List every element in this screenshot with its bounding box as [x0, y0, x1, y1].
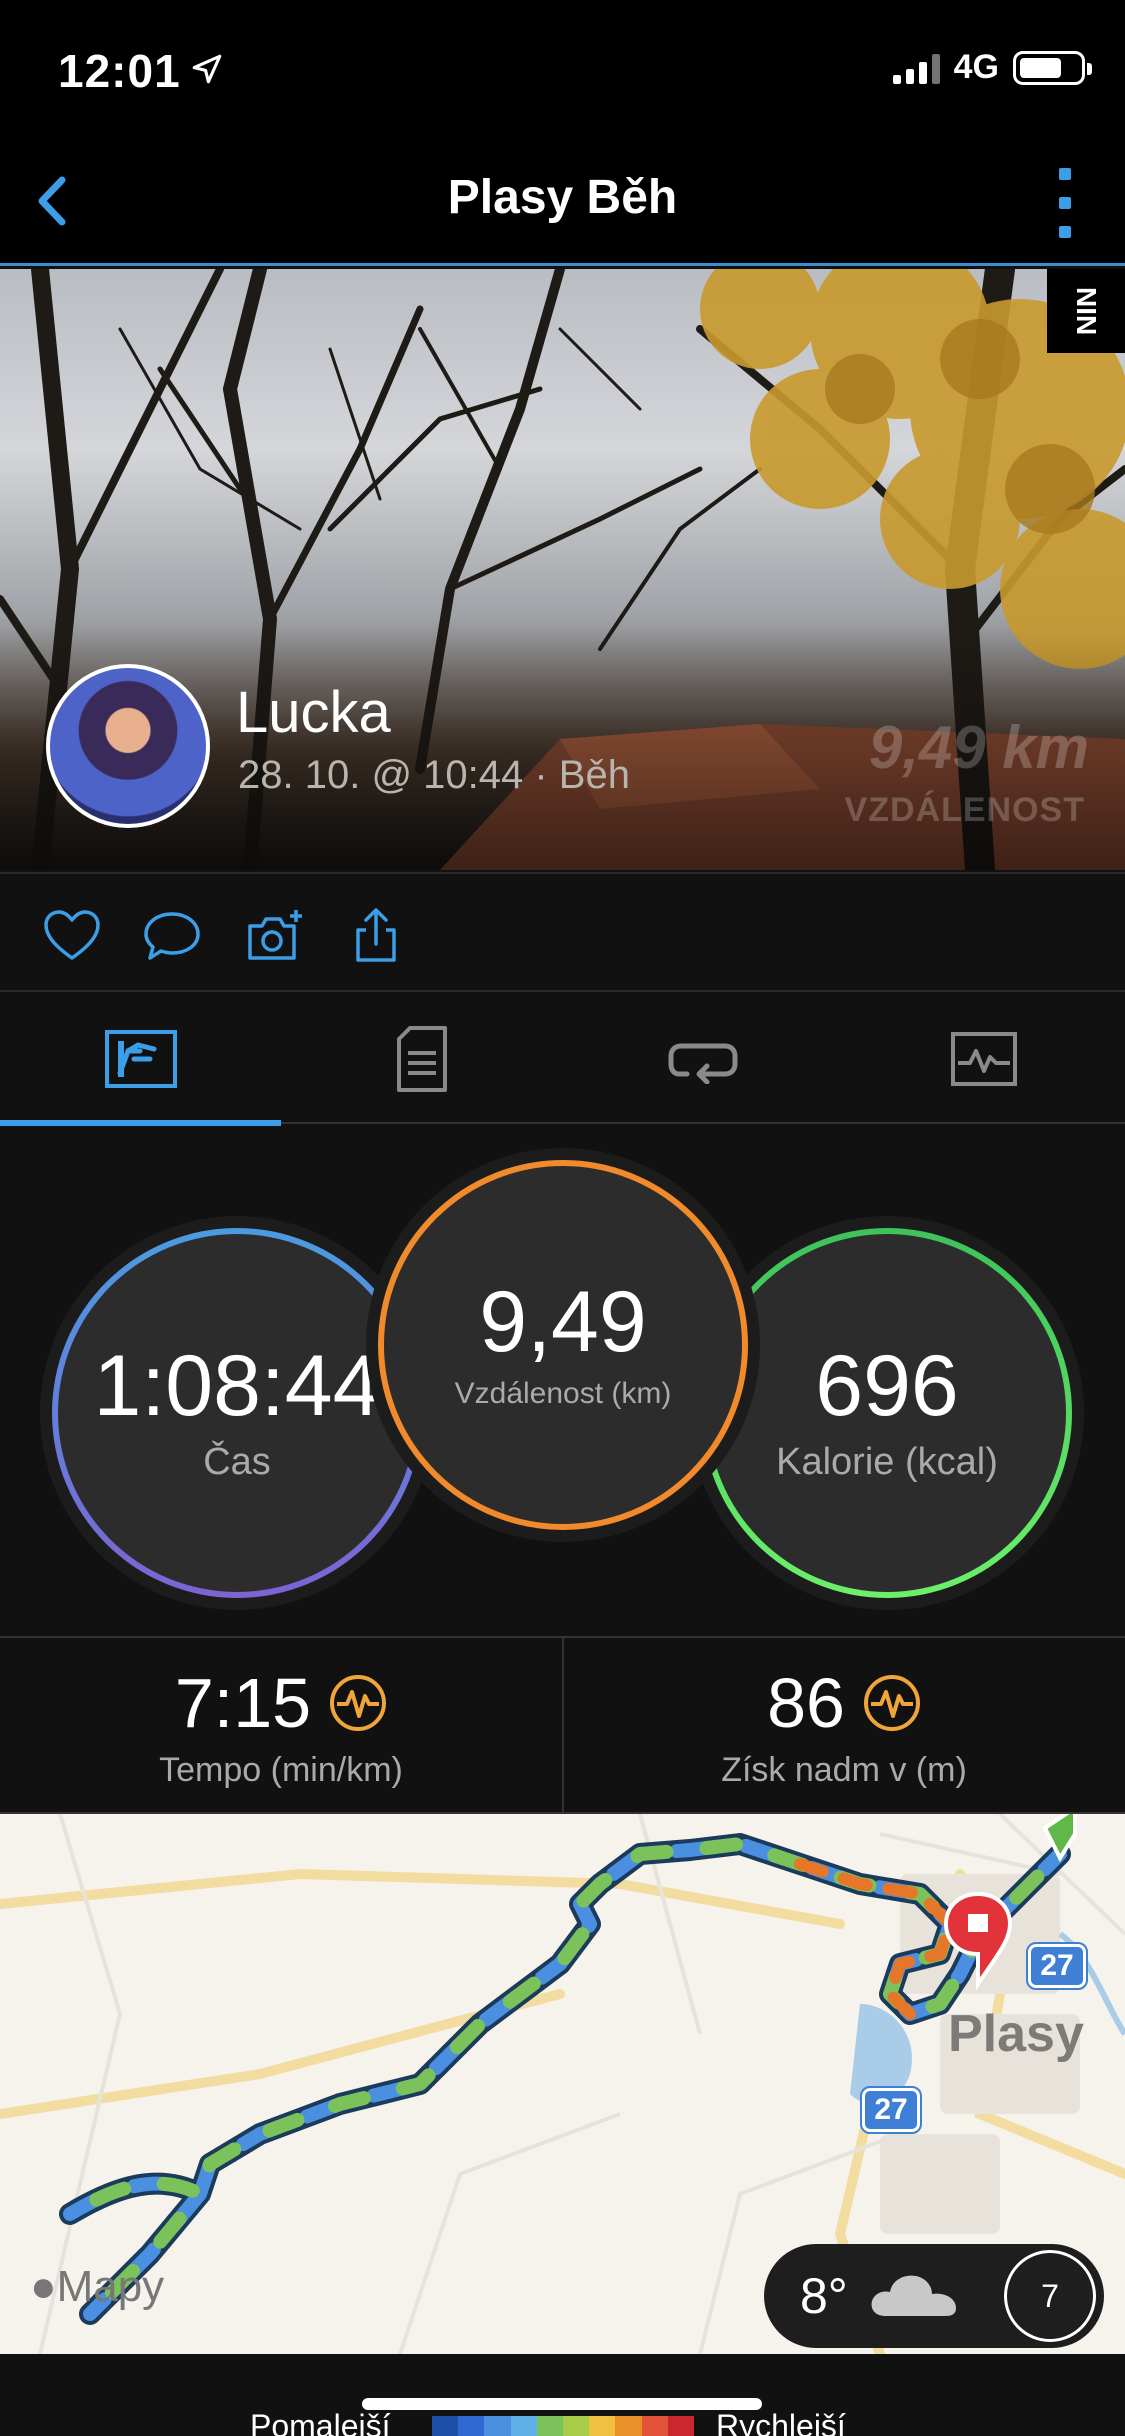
distance-value: 9,49 [479, 1274, 647, 1370]
activity-pulse-icon [863, 1674, 920, 1731]
pace-label: Tempo (min/km) [159, 1750, 403, 1789]
maps-provider: Mapy [56, 2262, 165, 2311]
laps-icon [668, 1043, 737, 1084]
user-name[interactable]: Lucka [236, 679, 391, 746]
details-icon [396, 1026, 447, 1092]
status-indicators: 4G [892, 48, 1092, 87]
calories-value: 696 [815, 1337, 959, 1434]
metrics-row: 7:15 Tempo (min/km) 86 Získ nadm v (m) [0, 1636, 1125, 1814]
calories-stat[interactable]: 696 Kalorie (kcal) [702, 1228, 1072, 1598]
tab-laps[interactable] [562, 994, 843, 1124]
network-type: 4G [953, 48, 999, 86]
nav-bar: Plasy Běh [0, 140, 1125, 266]
distance-stat[interactable]: 9,49 Vzdálenost (km) [378, 1160, 748, 1530]
activity-tabs [0, 994, 1125, 1126]
maps-logo: ●Mapy [30, 2262, 164, 2312]
hero-distance-watermark: 9,49 km [868, 714, 1089, 781]
weather-widget[interactable]: 8° 7 [764, 2244, 1104, 2348]
camera-add-icon[interactable] [244, 906, 304, 966]
tab-summary[interactable] [0, 994, 281, 1126]
time-stat[interactable]: 1:08:44 Čas [52, 1228, 422, 1598]
activity-cover-photo[interactable]: NIN Lucka 28. 10. @ 10:44 · Běh 9,49 km … [0, 269, 1125, 870]
tab-charts[interactable] [843, 994, 1124, 1124]
status-bar: 12:01 4G [0, 0, 1125, 140]
share-icon[interactable] [346, 906, 406, 966]
battery-icon [1013, 50, 1092, 85]
signal-icon [892, 52, 940, 84]
home-indicator[interactable] [362, 2398, 762, 2410]
hero-distance-label: VZDÁLENOST [844, 791, 1085, 829]
heart-icon[interactable] [42, 906, 102, 966]
elevation-metric[interactable]: 86 Získ nadm v (m) [562, 1638, 1124, 1814]
town-label: Plasy [948, 2005, 1084, 2063]
elevation-value: 86 [767, 1663, 845, 1742]
activity-pulse-icon [330, 1674, 387, 1731]
calories-label: Kalorie (kcal) [776, 1440, 998, 1483]
tab-details[interactable] [281, 994, 562, 1124]
time-label: Čas [203, 1440, 271, 1483]
status-time: 12:01 [58, 45, 181, 97]
summary-icon [104, 1030, 177, 1088]
comment-icon[interactable] [142, 906, 202, 966]
pace-metric[interactable]: 7:15 Tempo (min/km) [0, 1638, 562, 1814]
road-badge: 27 [1026, 1942, 1088, 1990]
legend-faster: Rychlejší [716, 2408, 846, 2436]
charts-icon [950, 1032, 1017, 1086]
legend-color-scale [432, 2416, 695, 2436]
legend-slower: Pomalejší [250, 2408, 391, 2436]
stats-summary: 1:08:44 Čas 696 Kalorie (kcal) 9,49 Vzdá… [0, 1126, 1125, 1636]
activity-date-type: 28. 10. @ 10:44 · Běh [238, 753, 630, 797]
weather-temp: 8° [800, 2268, 848, 2324]
location-arrow-icon [192, 54, 222, 84]
time-value: 1:08:44 [93, 1337, 381, 1434]
side-badge: NIN [1047, 269, 1125, 353]
avatar[interactable] [46, 664, 210, 828]
apple-logo-icon: ● [30, 2262, 57, 2311]
pace-value: 7:15 [174, 1663, 312, 1742]
distance-label: Vzdálenost (km) [454, 1377, 672, 1410]
page-title: Plasy Běh [447, 171, 678, 224]
cloud-icon [871, 2275, 956, 2316]
road-badge: 27 [860, 2086, 922, 2134]
more-options-icon[interactable] [1045, 168, 1085, 238]
elevation-label: Získ nadm v (m) [721, 1750, 967, 1789]
action-row [0, 872, 1125, 992]
pace-legend: Pomalejší Rychlejší [0, 2354, 1125, 2436]
wind-indicator: 7 [1004, 2250, 1096, 2342]
